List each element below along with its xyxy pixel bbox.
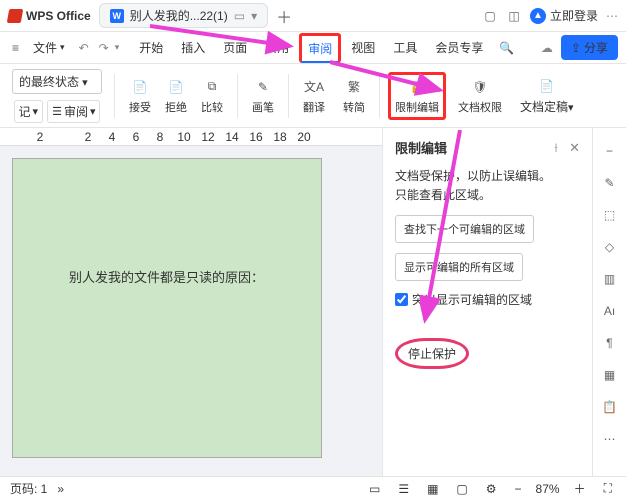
select-icon[interactable]: ⬚: [601, 206, 619, 224]
edit-icon[interactable]: ✎: [601, 174, 619, 192]
menu-tools[interactable]: 工具: [385, 33, 425, 62]
convert-icon: 繁: [344, 77, 364, 97]
menu-review[interactable]: 审阅: [299, 33, 341, 63]
more-icon[interactable]: ⋯: [606, 9, 618, 23]
document-text: 别人发我的文件都是只读的原因：: [69, 267, 264, 286]
page-number[interactable]: 页码: 1: [10, 480, 47, 497]
review-status-group: 的最终状态 ▾ 记▾ ☰审阅▾: [8, 67, 106, 125]
convert-button[interactable]: 繁转简: [337, 73, 371, 119]
pin-icon[interactable]: ⟊: [554, 140, 557, 155]
shape-icon[interactable]: ◇: [601, 238, 619, 256]
finalize-button[interactable]: 📄文档定稿▾: [514, 72, 580, 119]
file-label: 文件: [33, 39, 57, 56]
search-icon[interactable]: 🔍: [493, 41, 520, 55]
minus-icon[interactable]: −: [601, 142, 619, 160]
document-area[interactable]: 22468101214161820 别人发我的文件都是只读的原因：: [0, 128, 382, 476]
show-all-regions-button[interactable]: 显示可编辑的所有区域: [395, 253, 523, 281]
menu-page[interactable]: 页面: [215, 33, 255, 62]
undo-icon[interactable]: ↶: [75, 41, 93, 55]
compare-button[interactable]: ⧉比较: [195, 73, 229, 119]
ruler: 22468101214161820: [0, 128, 382, 146]
page: 别人发我的文件都是只读的原因：: [12, 158, 322, 458]
lock-doc-icon: 🔒: [407, 77, 427, 97]
panel-desc: 文档受保护，以防止误编辑。 只能查看此区域。: [395, 167, 580, 205]
permission-icon: 🛡: [470, 77, 490, 97]
translate-icon: 文A: [304, 77, 324, 97]
wps-icon: [7, 9, 23, 23]
right-toolbar: − ✎ ⬚ ◇ ▥ Aı ¶ ▦ 📋 ⋯: [592, 128, 626, 476]
track-dropdown[interactable]: 记▾: [14, 100, 44, 123]
login-button[interactable]: ▲ 立即登录: [530, 7, 598, 24]
avatar-icon: ▲: [530, 8, 546, 24]
word-icon: W: [110, 9, 124, 23]
menu-insert[interactable]: 插入: [173, 33, 213, 62]
zoom-out-button[interactable]: −: [511, 482, 526, 496]
menu-start[interactable]: 开始: [131, 33, 171, 62]
status-select[interactable]: 的最终状态 ▾: [12, 69, 102, 94]
share-button[interactable]: ⇪ 分享: [561, 35, 618, 60]
chevron-down-icon[interactable]: ▾: [115, 42, 120, 53]
permissions-button[interactable]: 🛡文档权限: [452, 73, 508, 119]
reject-button[interactable]: 📄拒绝: [159, 73, 193, 119]
highlight-checkbox-input[interactable]: [395, 293, 408, 306]
highlight-regions-checkbox[interactable]: 突出显示可编辑的区域: [395, 291, 580, 308]
find-next-region-button[interactable]: 查找下一个可编辑的区域: [395, 215, 534, 243]
accept-button[interactable]: 📄接受: [123, 73, 157, 119]
page-setup-icon[interactable]: ▦: [601, 366, 619, 384]
chevron-down-icon[interactable]: ▾: [251, 9, 257, 23]
cube-icon[interactable]: ◫: [506, 8, 522, 24]
translate-button[interactable]: 文A翻译: [297, 73, 331, 119]
stop-protection-button[interactable]: 停止保护: [395, 338, 469, 369]
more-tools-icon[interactable]: ⋯: [601, 430, 619, 448]
status-sep: »: [57, 482, 64, 496]
window-icon[interactable]: ▢: [482, 8, 498, 24]
app-logo: WPS Office: [8, 9, 91, 23]
menu-hamburger-icon[interactable]: ≡: [8, 41, 23, 55]
clipboard-icon[interactable]: 📋: [601, 398, 619, 416]
tab-overflow-icon[interactable]: ▭: [234, 9, 245, 23]
char-icon[interactable]: Aı: [601, 302, 619, 320]
settings-icon[interactable]: ⚙: [482, 482, 501, 496]
pen-icon: ✎: [253, 77, 273, 97]
new-tab-button[interactable]: ＋: [276, 4, 292, 28]
zoom-level[interactable]: 87%: [536, 482, 560, 496]
file-menu[interactable]: 文件 ▾: [25, 35, 73, 60]
menu-member[interactable]: 会员专享: [427, 33, 491, 62]
layers-icon[interactable]: ▥: [601, 270, 619, 288]
view-mode-1-icon[interactable]: ▭: [365, 482, 384, 496]
share-label: 分享: [584, 39, 608, 56]
doc-tab[interactable]: W 别人发我的...22(1) ▭ ▾: [99, 3, 268, 28]
zoom-in-button[interactable]: ＋: [570, 480, 590, 497]
cloud-icon[interactable]: ☁: [535, 41, 559, 55]
accept-icon: 📄: [130, 77, 150, 97]
share-icon: ⇪: [571, 41, 581, 55]
redo-icon[interactable]: ↷: [95, 41, 113, 55]
close-icon[interactable]: ✕: [569, 140, 580, 155]
menu-view[interactable]: 视图: [343, 33, 383, 62]
fullscreen-icon[interactable]: ⛶: [600, 481, 616, 496]
doc-title: 别人发我的...22(1): [130, 7, 228, 24]
paragraph-icon[interactable]: ¶: [601, 334, 619, 352]
panel-title: 限制编辑: [395, 138, 447, 157]
view-mode-4-icon[interactable]: ▢: [452, 482, 471, 496]
restrict-edit-button[interactable]: 🔒限制编辑: [388, 72, 446, 120]
menu-reference[interactable]: 引用: [257, 33, 297, 62]
login-label: 立即登录: [550, 7, 598, 24]
view-mode-2-icon[interactable]: ☰: [394, 482, 413, 496]
pen-button[interactable]: ✎画笔: [246, 73, 280, 119]
app-name: WPS Office: [26, 9, 91, 23]
chevron-down-icon: ▾: [60, 42, 65, 53]
review-pane-dropdown[interactable]: ☰审阅▾: [47, 100, 100, 123]
view-mode-3-icon[interactable]: ▦: [423, 482, 442, 496]
restrict-edit-panel: 限制编辑 ⟊ ✕ 文档受保护，以防止误编辑。 只能查看此区域。 查找下一个可编辑…: [382, 128, 592, 476]
reject-icon: 📄: [166, 77, 186, 97]
highlight-label: 突出显示可编辑的区域: [412, 291, 532, 308]
compare-icon: ⧉: [202, 77, 222, 97]
final-icon: 📄: [537, 76, 557, 96]
